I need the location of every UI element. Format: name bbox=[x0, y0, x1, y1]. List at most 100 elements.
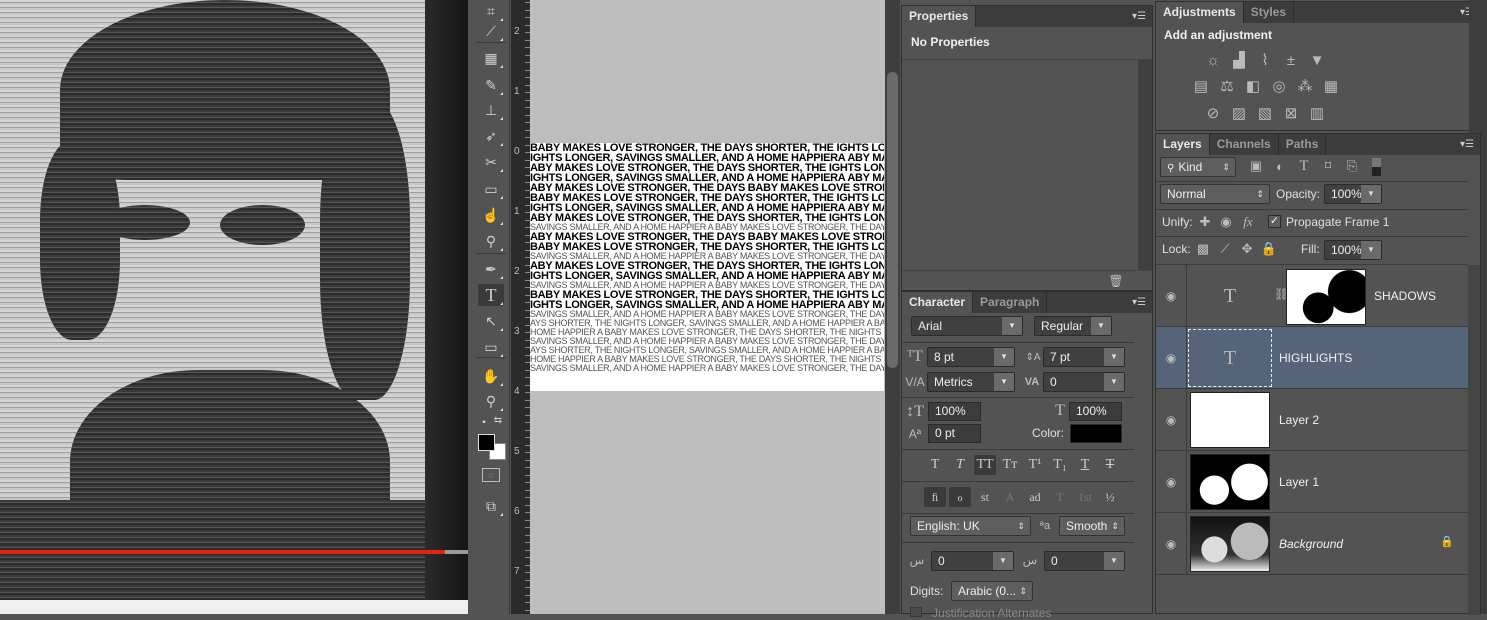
gradient-map-icon[interactable]: ▥ bbox=[1308, 105, 1326, 123]
gradient-tool-icon[interactable]: ▭ bbox=[478, 178, 504, 200]
layer-row[interactable]: ◉ Background 🔒 bbox=[1156, 513, 1468, 575]
panel-menu-icon[interactable]: ▾☰ bbox=[1460, 139, 1474, 150]
eyedropper-tool-icon[interactable]: ⟋ bbox=[478, 20, 504, 42]
baseline-shift-field[interactable]: 0 pt bbox=[928, 424, 981, 443]
unify-position-icon[interactable]: ✚ bbox=[1197, 214, 1213, 230]
canvas-vertical-scrollbar[interactable] bbox=[885, 0, 900, 614]
screen-mode-icon[interactable]: ⧉ bbox=[478, 495, 504, 517]
crop-tool-icon[interactable]: ⌗ bbox=[478, 0, 504, 22]
filter-smart-object-icon[interactable]: ⎘ bbox=[1344, 158, 1360, 174]
text-color-swatch[interactable] bbox=[1070, 424, 1122, 443]
properties-scrollbar[interactable] bbox=[1138, 60, 1152, 270]
brush-tool-icon[interactable]: ✎ bbox=[478, 74, 504, 96]
black-white-icon[interactable]: ◧ bbox=[1244, 78, 1262, 96]
tab-properties[interactable]: Properties bbox=[902, 6, 977, 27]
layer-mask-thumbnail[interactable] bbox=[1286, 269, 1366, 325]
exposure-icon[interactable]: ± bbox=[1282, 52, 1300, 70]
language-dropdown[interactable]: English: UK ⇕ bbox=[910, 516, 1031, 536]
vertical-scale-field[interactable]: 100% bbox=[928, 402, 981, 421]
type-style-button[interactable]: T bbox=[1074, 455, 1096, 475]
type-style-button[interactable]: T bbox=[949, 455, 971, 475]
tab-paragraph[interactable]: Paragraph bbox=[973, 292, 1048, 313]
font-size-field[interactable]: 8 pt ▼ bbox=[927, 347, 1015, 367]
font-style-dropdown[interactable]: Regular ▼ bbox=[1034, 316, 1112, 336]
arabic-spacing-a[interactable]: 0 ▼ bbox=[931, 551, 1014, 571]
opentype-button[interactable]: ½ bbox=[1099, 487, 1121, 507]
hand-tool-icon[interactable]: ✋ bbox=[478, 365, 504, 387]
type-style-button[interactable]: T¹ bbox=[1024, 455, 1046, 475]
tab-styles[interactable]: Styles bbox=[1244, 2, 1295, 23]
blend-mode-dropdown[interactable]: Normal ⇕ bbox=[1160, 184, 1270, 204]
type-style-button[interactable]: TT bbox=[974, 455, 996, 475]
type-tool-icon[interactable]: T bbox=[478, 284, 504, 306]
layer-name[interactable]: Layer 2 bbox=[1279, 413, 1319, 427]
swap-colors-icon[interactable]: ⇆ bbox=[492, 414, 504, 426]
channel-mixer-icon[interactable]: ⁂ bbox=[1296, 78, 1314, 96]
foreground-color-swatch[interactable] bbox=[478, 434, 495, 451]
filter-toggle-switch[interactable] bbox=[1372, 158, 1381, 176]
zoom-tool-icon[interactable]: ⚲ bbox=[478, 390, 504, 412]
filter-type-icon[interactable]: T bbox=[1296, 158, 1312, 174]
layer-name[interactable]: Layer 1 bbox=[1279, 475, 1319, 489]
curves-icon[interactable]: ⌇ bbox=[1256, 52, 1274, 70]
layer-name[interactable]: SHADOWS bbox=[1374, 289, 1436, 303]
photo-filter-icon[interactable]: ◎ bbox=[1270, 78, 1288, 96]
path-selection-tool-icon[interactable]: ↖ bbox=[478, 310, 504, 332]
layer-row[interactable]: ◉ Layer 1 bbox=[1156, 451, 1468, 513]
layers-scrollbar[interactable] bbox=[1468, 265, 1480, 615]
posterize-icon[interactable]: ▨ bbox=[1230, 105, 1248, 123]
panel-menu-icon[interactable]: ▾☰ bbox=[1132, 11, 1146, 22]
filter-pixel-icon[interactable]: ▣ bbox=[1248, 158, 1264, 174]
layer-row[interactable]: ◉ T ⛓ SHADOWS bbox=[1156, 265, 1468, 327]
opacity-field[interactable]: 100% ▼ bbox=[1324, 184, 1382, 204]
lock-all-icon[interactable]: 🔒 bbox=[1261, 241, 1277, 256]
unify-style-icon[interactable]: fx bbox=[1239, 214, 1257, 230]
trash-icon[interactable]: 🗑 bbox=[1108, 274, 1124, 288]
video-player[interactable] bbox=[0, 0, 468, 614]
font-family-dropdown[interactable]: Arial ▼ bbox=[911, 316, 1023, 336]
opentype-button[interactable]: A bbox=[999, 487, 1021, 507]
justification-checkbox[interactable] bbox=[910, 607, 922, 617]
layer-name[interactable]: Background bbox=[1279, 537, 1343, 551]
document-canvas[interactable]: BABY MAKES LOVE STRONGER, THE DAYS SHORT… bbox=[530, 143, 884, 391]
layer-row[interactable]: ◉ T HIGHLIGHTS bbox=[1156, 327, 1468, 389]
hue-saturation-icon[interactable]: ▤ bbox=[1192, 78, 1210, 96]
blur-tool-icon[interactable]: ☝ bbox=[478, 204, 504, 226]
visibility-eye-icon[interactable]: ◉ bbox=[1156, 265, 1187, 327]
threshold-icon[interactable]: ▧ bbox=[1256, 105, 1274, 123]
color-lookup-icon[interactable]: ▦ bbox=[1322, 78, 1340, 96]
selective-color-icon[interactable]: ⊠ bbox=[1282, 105, 1300, 123]
type-style-button[interactable]: T₁ bbox=[1049, 455, 1071, 475]
dodge-tool-icon[interactable]: ⚲ bbox=[478, 230, 504, 252]
type-style-button[interactable]: Tт bbox=[999, 455, 1021, 475]
opentype-button[interactable]: 1st bbox=[1074, 487, 1096, 507]
spot-healing-tool-icon[interactable]: ▦ bbox=[478, 47, 504, 69]
opentype-button[interactable]: st bbox=[974, 487, 996, 507]
tab-paths[interactable]: Paths bbox=[1279, 134, 1327, 155]
type-style-button[interactable]: T bbox=[1099, 455, 1121, 475]
lock-transparent-icon[interactable]: ▩ bbox=[1196, 241, 1210, 256]
tracking-dropdown[interactable]: 0 ▼ bbox=[1043, 372, 1125, 392]
quick-mask-icon[interactable]: ◌ bbox=[482, 468, 500, 482]
layer-row[interactable]: ◉ Layer 2 bbox=[1156, 389, 1468, 451]
scrollbar-thumb[interactable] bbox=[887, 72, 898, 368]
brightness-contrast-icon[interactable]: ☼ bbox=[1204, 52, 1222, 70]
pen-tool-icon[interactable]: ✒ bbox=[478, 258, 504, 280]
visibility-eye-icon[interactable]: ◉ bbox=[1156, 513, 1187, 575]
rectangle-tool-icon[interactable]: ▭ bbox=[478, 336, 504, 358]
clone-stamp-tool-icon[interactable]: ⊥ bbox=[478, 99, 504, 121]
propagate-checkbox[interactable]: ✓ bbox=[1268, 215, 1281, 228]
lock-position-icon[interactable]: ✥ bbox=[1240, 241, 1254, 256]
opentype-button[interactable]: ﬁ bbox=[924, 487, 946, 507]
history-brush-tool-icon[interactable]: ➶ bbox=[478, 125, 504, 147]
tab-character[interactable]: Character bbox=[902, 292, 974, 313]
fill-field[interactable]: 100% ▼ bbox=[1324, 240, 1382, 260]
visibility-eye-icon[interactable]: ◉ bbox=[1156, 327, 1187, 389]
color-balance-icon[interactable]: ⚖ bbox=[1218, 78, 1236, 96]
type-style-button[interactable]: T bbox=[924, 455, 946, 475]
visibility-eye-icon[interactable]: ◉ bbox=[1156, 389, 1187, 451]
antialias-dropdown[interactable]: Smooth ⇕ bbox=[1059, 516, 1125, 536]
visibility-eye-icon[interactable]: ◉ bbox=[1156, 451, 1187, 513]
layer-name[interactable]: HIGHLIGHTS bbox=[1279, 351, 1352, 365]
opentype-button[interactable]: ℴ bbox=[949, 487, 971, 507]
